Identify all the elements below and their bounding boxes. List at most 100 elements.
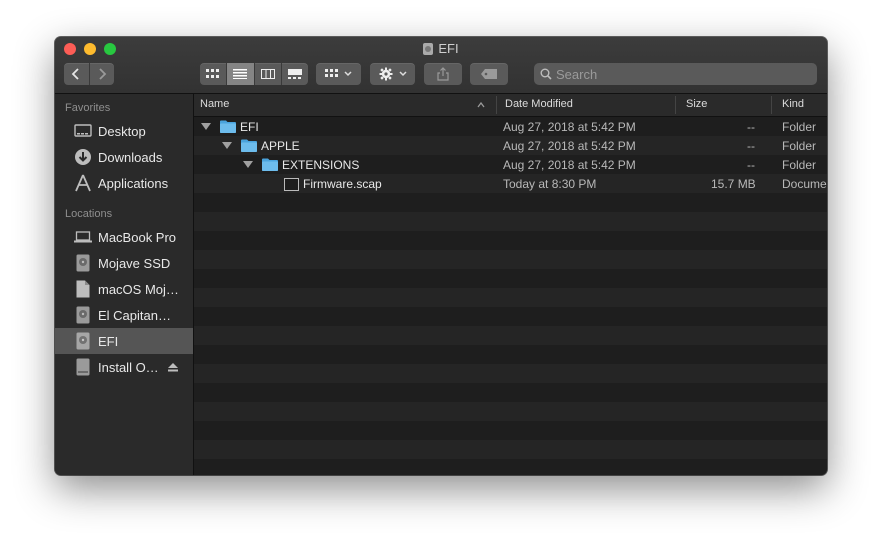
disclosure-triangle-icon[interactable] (222, 142, 232, 149)
downloads-icon (74, 148, 92, 166)
file-size: 15.7 MB (711, 177, 756, 191)
column-divider[interactable] (496, 96, 497, 114)
chevron-down-icon (344, 71, 352, 77)
file-kind: Folder (782, 139, 817, 153)
table-row[interactable]: EFI Aug 27, 2018 at 5:42 PM -- Folder (194, 117, 827, 136)
share-button[interactable] (424, 63, 462, 85)
gallery-view-button[interactable] (282, 63, 308, 85)
empty-row (194, 440, 827, 459)
file-date: Today at 8:30 PM (503, 177, 597, 191)
file-date: Aug 27, 2018 at 5:42 PM (503, 139, 636, 153)
share-icon (437, 67, 449, 81)
external-disk-icon (74, 358, 92, 376)
chevron-up-icon (477, 102, 485, 108)
table-row[interactable]: Firmware.scap Today at 8:30 PM 15.7 MB D… (194, 174, 827, 193)
file-list: Name Date Modified Size Kind EFI Aug 27,… (194, 94, 827, 475)
sidebar-item-label: Mojave SSD (98, 255, 171, 271)
chevron-left-icon (71, 68, 79, 80)
file-rows: EFI Aug 27, 2018 at 5:42 PM -- Folder AP… (194, 117, 827, 475)
disclosure-triangle-icon[interactable] (201, 123, 211, 130)
sidebar-item-el-capitan[interactable]: El Capitan… (55, 302, 193, 328)
gear-icon (379, 67, 392, 81)
column-divider[interactable] (675, 96, 676, 114)
finder-window: EFI Search Favorites Desktop Downloads A… (55, 37, 827, 475)
back-forward-control (64, 63, 114, 85)
empty-row (194, 269, 827, 288)
file-kind: Document (782, 177, 827, 191)
file-name: EXTENSIONS (282, 158, 360, 172)
file-kind: Folder (782, 158, 817, 172)
disclosure-triangle-icon[interactable] (243, 161, 253, 168)
tags-button[interactable] (470, 63, 508, 85)
file-size: -- (747, 158, 755, 172)
folder-icon (262, 158, 278, 171)
empty-row (194, 345, 827, 364)
eject-icon[interactable] (168, 363, 178, 372)
column-header-size[interactable]: Size (686, 98, 707, 110)
table-row[interactable]: APPLE Aug 27, 2018 at 5:42 PM -- Folder (194, 136, 827, 155)
file-kind: Folder (782, 120, 817, 134)
file-date: Aug 27, 2018 at 5:42 PM (503, 158, 636, 172)
sidebar-item-label: El Capitan… (98, 307, 171, 323)
disk-icon (74, 254, 92, 272)
file-date: Aug 27, 2018 at 5:42 PM (503, 120, 636, 134)
search-input[interactable] (556, 63, 806, 85)
window-title-text: EFI (438, 41, 459, 56)
document-icon (74, 280, 92, 298)
sidebar-item-applications[interactable]: Applications (55, 170, 193, 196)
empty-row (194, 459, 827, 475)
sidebar-item-label: Desktop (98, 123, 146, 139)
empty-row (194, 288, 827, 307)
file-name: Firmware.scap (303, 177, 382, 191)
sidebar-item-efi[interactable]: EFI (55, 328, 193, 354)
group-button[interactable] (316, 63, 361, 85)
empty-row (194, 250, 827, 269)
file-name: EFI (240, 120, 259, 134)
column-header-name[interactable]: Name (200, 98, 229, 110)
back-button[interactable] (64, 63, 90, 85)
sidebar-item-mojave-ssd[interactable]: Mojave SSD (55, 250, 193, 276)
empty-row (194, 307, 827, 326)
table-row[interactable]: EXTENSIONS Aug 27, 2018 at 5:42 PM -- Fo… (194, 155, 827, 174)
sidebar-item-label: MacBook Pro (98, 229, 177, 245)
column-view-button[interactable] (255, 63, 282, 85)
window-title: EFI (55, 41, 827, 56)
search-field[interactable] (534, 63, 817, 85)
file-name: APPLE (261, 139, 300, 153)
sidebar-item-label: Applications (98, 175, 169, 191)
file-size: -- (747, 120, 755, 134)
folder-icon (220, 120, 236, 133)
disk-icon (74, 306, 92, 324)
sidebar-item-install-os[interactable]: Install O… (55, 354, 193, 380)
titlebar: EFI (55, 37, 827, 94)
column-header-kind[interactable]: Kind (782, 98, 804, 110)
sidebar-item-label: Install O… (98, 359, 159, 375)
sidebar-item-downloads[interactable]: Downloads (55, 144, 193, 170)
empty-row (194, 326, 827, 345)
action-button[interactable] (370, 63, 415, 85)
sidebar-item-label: macOS Moj… (98, 281, 179, 297)
disk-icon (74, 332, 92, 350)
sidebar-item-desktop[interactable]: Desktop (55, 118, 193, 144)
chevron-down-icon (398, 71, 407, 77)
document-icon (284, 178, 299, 191)
locations-header: Locations (65, 208, 113, 220)
tag-icon (481, 69, 497, 79)
empty-row (194, 193, 827, 212)
favorites-header: Favorites (65, 102, 111, 114)
forward-button[interactable] (90, 63, 115, 85)
column-header-date[interactable]: Date Modified (505, 98, 573, 110)
chevron-right-icon (99, 68, 107, 80)
icon-view-icon (206, 69, 220, 78)
empty-row (194, 421, 827, 440)
icon-view-button[interactable] (200, 63, 228, 85)
column-view-icon (260, 69, 275, 79)
file-size: -- (747, 139, 755, 153)
column-divider[interactable] (771, 96, 772, 114)
sidebar-item-label: Downloads (98, 149, 163, 165)
folder-icon (241, 139, 257, 152)
sidebar-item-macos-mojave[interactable]: macOS Moj… (55, 276, 193, 302)
sidebar-item-macbook-pro[interactable]: MacBook Pro (55, 224, 193, 250)
empty-row (194, 231, 827, 250)
list-view-button[interactable] (227, 63, 255, 85)
